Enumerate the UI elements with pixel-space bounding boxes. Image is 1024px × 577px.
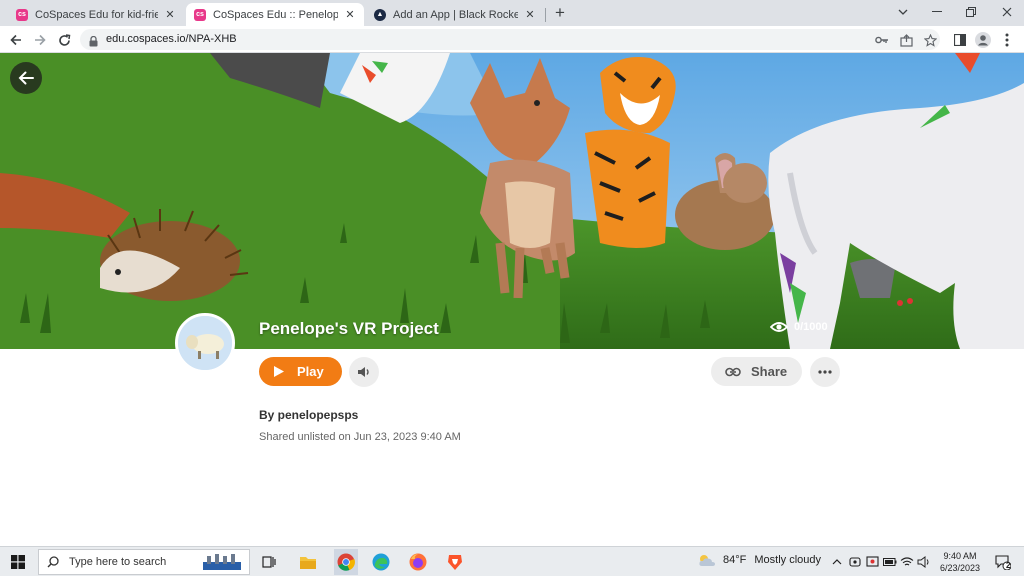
back-button[interactable]	[10, 62, 42, 94]
browser-tab-black-rocket[interactable]: ▲ Add an App | Black Rocket Arcad ✕	[366, 3, 544, 26]
wifi-icon[interactable]	[899, 551, 915, 573]
browser-toolbar: edu.cospaces.io/NPA-XHB	[0, 26, 1024, 53]
creator-avatar[interactable]	[175, 313, 235, 373]
reload-icon[interactable]	[54, 30, 74, 50]
browser-tab-cospaces-home[interactable]: cs CoSpaces Edu for kid-friendly 3D ✕	[8, 3, 184, 26]
lock-icon[interactable]	[89, 34, 98, 52]
search-icon	[47, 556, 59, 568]
minimize-icon[interactable]	[920, 0, 954, 24]
search-placeholder: Type here to search	[69, 556, 167, 568]
profile-avatar-icon[interactable]	[973, 30, 993, 50]
tab-close-icon[interactable]: ✕	[344, 8, 356, 21]
kebab-menu-icon[interactable]	[997, 30, 1017, 50]
restore-icon[interactable]	[954, 0, 988, 24]
browser-tab-penelope-project[interactable]: cs CoSpaces Edu :: Penelope's VR P ✕	[186, 3, 364, 26]
view-counter: 0/1000	[770, 321, 828, 333]
taskbar-search-box[interactable]: Type here to search	[38, 549, 250, 575]
screen-record-icon[interactable]	[864, 551, 880, 573]
meet-now-icon[interactable]	[847, 551, 863, 573]
tab-search-chevron-icon[interactable]	[886, 0, 920, 24]
search-highlight-icon	[199, 552, 245, 577]
windows-taskbar: Type here to search 84°F Mostly cloudy 9…	[0, 546, 1024, 576]
tab-close-icon[interactable]: ✕	[164, 8, 176, 21]
tab-title: CoSpaces Edu :: Penelope's VR P	[213, 8, 338, 21]
url-text: edu.cospaces.io/NPA-XHB	[106, 33, 237, 45]
file-explorer-icon[interactable]	[297, 551, 319, 573]
arrow-left-icon	[18, 71, 34, 85]
weather-description: Mostly cloudy	[754, 554, 821, 566]
address-bar[interactable]: edu.cospaces.io/NPA-XHB	[80, 29, 940, 50]
notification-count: 2	[1006, 561, 1011, 570]
close-window-icon[interactable]	[990, 0, 1024, 24]
more-options-button[interactable]	[810, 357, 840, 387]
shared-date: Shared unlisted on Jun 23, 2023 9:40 AM	[259, 431, 461, 443]
chrome-taskbar-icon[interactable]	[334, 549, 358, 575]
weather-temp: 84°F	[723, 554, 747, 566]
back-arrow-icon[interactable]	[6, 30, 26, 50]
key-icon[interactable]	[872, 30, 892, 50]
play-button[interactable]: Play	[259, 357, 342, 386]
tab-title: Add an App | Black Rocket Arcad	[393, 8, 518, 21]
bookmark-star-icon[interactable]	[920, 30, 940, 50]
taskbar-clock[interactable]: 9:40 AM 6/23/2023	[936, 550, 984, 574]
show-hidden-icons-chevron-icon[interactable]	[829, 551, 845, 573]
sheep-avatar-icon	[178, 316, 232, 370]
link-icon	[725, 367, 741, 376]
cospaces-favicon-icon: cs	[194, 8, 206, 21]
view-count: 0/1000	[794, 321, 828, 333]
share-page-icon[interactable]	[896, 30, 916, 50]
project-cover-image	[0, 53, 1024, 349]
eye-icon	[770, 322, 788, 332]
battery-icon[interactable]	[882, 551, 898, 573]
tab-separator	[545, 8, 546, 22]
firefox-taskbar-icon[interactable]	[407, 551, 429, 573]
tab-title: CoSpaces Edu for kid-friendly 3D	[35, 8, 158, 21]
clock-time: 9:40 AM	[943, 551, 977, 561]
animal-scene-illustration	[0, 53, 1024, 349]
cloudy-weather-icon	[699, 555, 715, 566]
weather-widget[interactable]: 84°F Mostly cloudy	[697, 553, 821, 567]
browser-tab-strip: cs CoSpaces Edu for kid-friendly 3D ✕ cs…	[0, 0, 1024, 26]
share-label: Share	[751, 364, 788, 379]
windows-start-icon[interactable]	[7, 551, 29, 573]
side-panel-icon[interactable]	[950, 30, 970, 50]
project-title: Penelope's VR Project	[259, 319, 439, 338]
project-author[interactable]: By penelopepsps	[259, 408, 358, 422]
black-rocket-favicon-icon: ▲	[374, 8, 386, 21]
play-icon	[274, 366, 284, 377]
sound-button[interactable]	[349, 357, 379, 387]
play-label: Play	[297, 364, 324, 379]
edge-taskbar-icon[interactable]	[370, 551, 392, 573]
clock-date: 6/23/2023	[939, 563, 981, 573]
brave-taskbar-icon[interactable]	[444, 551, 466, 573]
forward-arrow-icon[interactable]	[30, 30, 50, 50]
more-horizontal-icon	[818, 370, 832, 374]
share-button[interactable]: Share	[711, 357, 802, 386]
cospaces-favicon-icon: cs	[16, 8, 28, 21]
volume-icon[interactable]	[916, 551, 932, 573]
notification-center-icon[interactable]: 2	[992, 551, 1014, 573]
task-view-icon[interactable]	[258, 551, 280, 573]
speaker-icon	[358, 367, 369, 377]
tab-close-icon[interactable]: ✕	[524, 8, 536, 21]
new-tab-plus-icon[interactable]: +	[550, 3, 570, 23]
